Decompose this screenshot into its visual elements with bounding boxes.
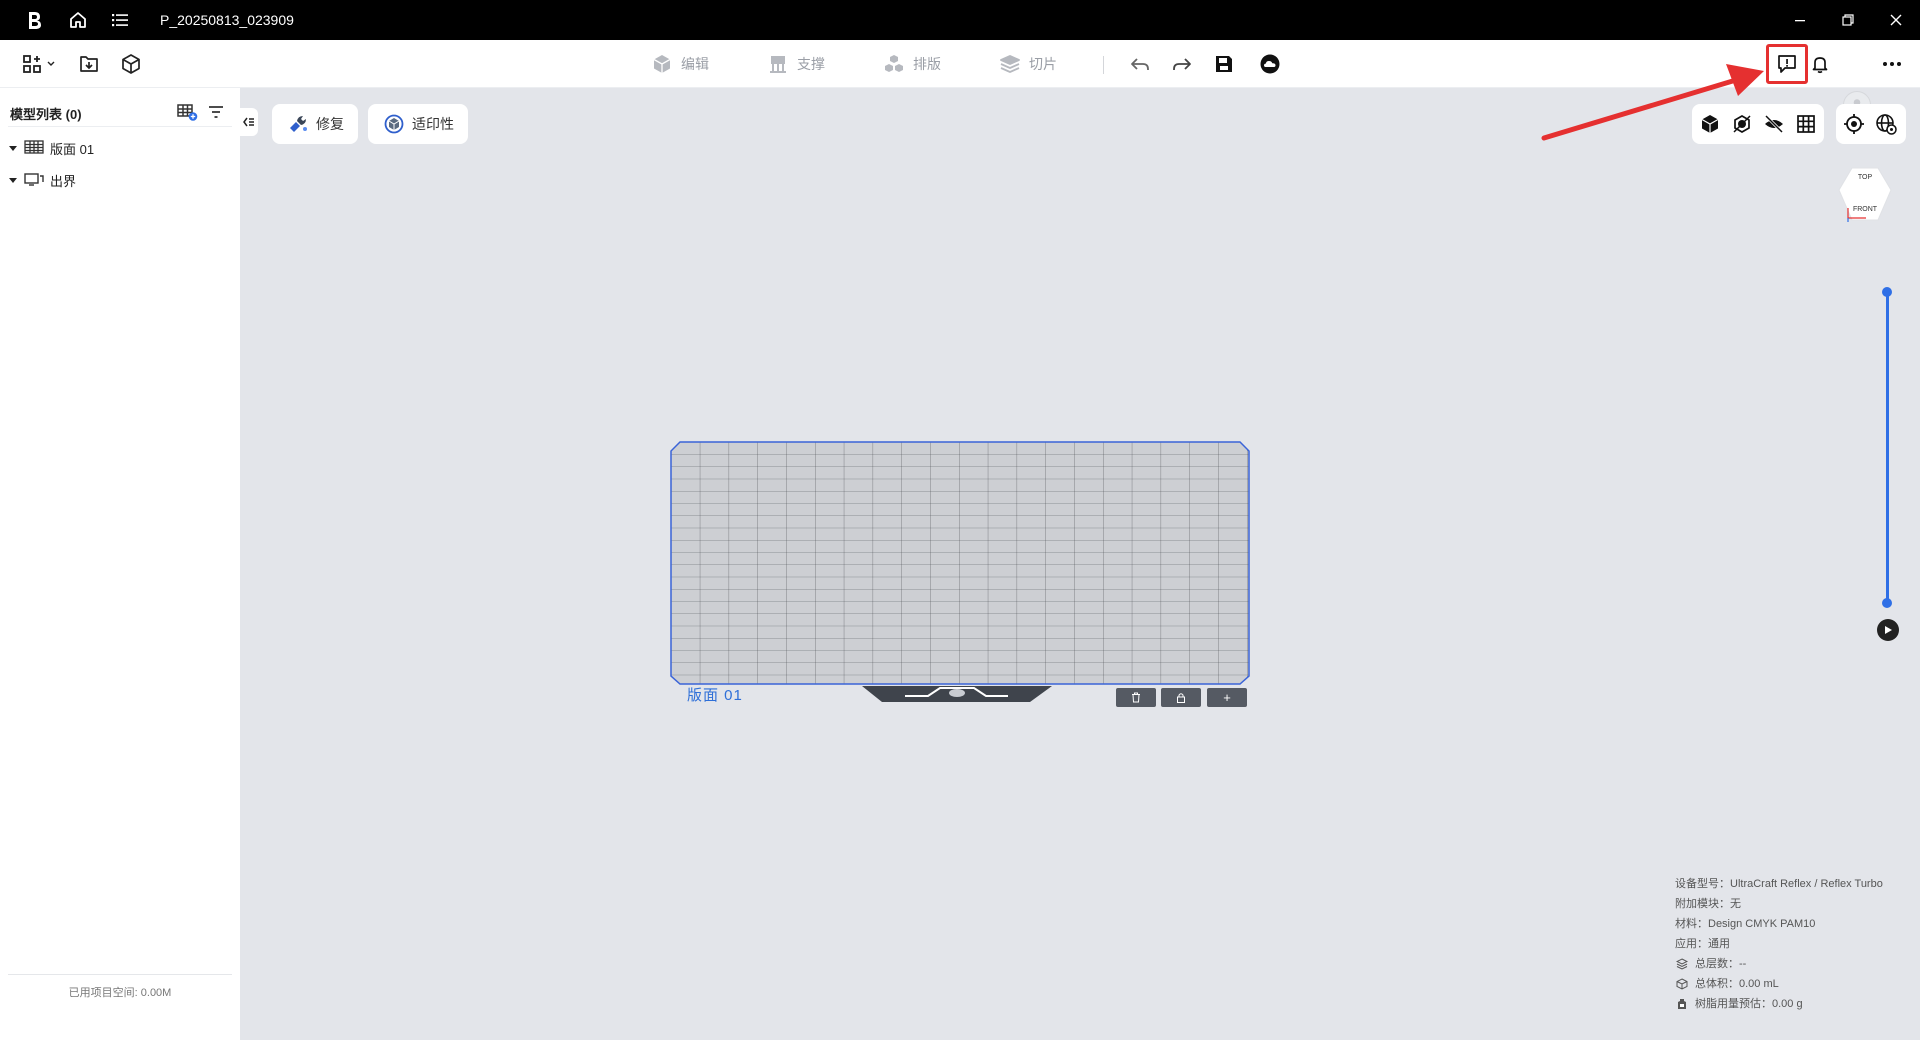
undo-icon[interactable] [1128, 52, 1152, 76]
support-icon [770, 56, 786, 73]
plate-lock-button[interactable] [1161, 688, 1201, 707]
plate-label: 版面 01 [687, 687, 743, 704]
cloud-icon[interactable] [1258, 52, 1282, 76]
restore-icon[interactable] [1836, 8, 1860, 32]
save-icon[interactable] [1212, 52, 1236, 76]
collapse-icon [243, 117, 254, 127]
mode-support-button[interactable]: 支撑 [767, 52, 825, 76]
material: 材料：Design CMYK PAM10 [1675, 918, 1816, 930]
viewcube-front-label: FRONT [1853, 206, 1878, 213]
edit-cube-icon [653, 55, 671, 73]
repair-button[interactable]: 修复 [272, 104, 358, 144]
model-list-title: 模型列表 (0) [10, 104, 82, 123]
trash-icon [1132, 692, 1140, 703]
caret-down-icon[interactable] [8, 143, 18, 153]
volume-icon [1675, 977, 1689, 991]
resin-estimate-row: 树脂用量预估：0.00 g [1675, 994, 1883, 1014]
printability-label: 适印性 [412, 116, 454, 132]
layer-slider-bottom-handle[interactable] [1882, 598, 1892, 608]
plate-grid-icon [24, 139, 44, 158]
tree-item-plate-01[interactable]: 版面 01 [8, 137, 94, 159]
application: 应用：通用 [1675, 938, 1730, 950]
slice-icon [1000, 55, 1020, 73]
repair-label: 修复 [316, 116, 344, 132]
caret-down-icon[interactable] [8, 175, 18, 185]
minimize-icon[interactable] [1788, 8, 1812, 32]
tree-item-label: 出界 [50, 173, 77, 189]
target-icon[interactable] [1842, 112, 1866, 136]
total-volume-row: 总体积：0.00 mL [1675, 974, 1883, 994]
device-model: 设备型号：UltraCraft Reflex / Reflex Turbo [1675, 878, 1883, 890]
toolbar-divider [1103, 56, 1104, 74]
plate-add-button[interactable]: + [1207, 688, 1247, 707]
import-icon[interactable] [77, 52, 101, 76]
model-list-header: 模型列表 (0) [10, 98, 230, 126]
window-title: P_20250813_023909 [160, 12, 294, 28]
mode-layout-button[interactable]: 排版 [883, 52, 941, 76]
tree-item-label: 版面 01 [50, 141, 95, 157]
mode-edit-button[interactable]: 编辑 [651, 52, 709, 76]
globe-settings-icon[interactable] [1874, 112, 1898, 136]
total-layers-row: 总层数：-- [1675, 954, 1883, 974]
mode-support-label: 支撑 [797, 56, 825, 72]
layers-icon [1675, 957, 1689, 971]
build-plate[interactable] [668, 439, 1252, 709]
box-model-icon[interactable] [119, 52, 143, 76]
resin-estimate: 树脂用量预估：0.00 g [1695, 998, 1803, 1010]
collapse-panel-button[interactable] [240, 108, 258, 136]
model-list-panel: 模型列表 (0) 版面 01 出界 已用项目空间: 0.00M [0, 88, 240, 1040]
model-list-title-text: 模型列表 [10, 107, 63, 122]
layer-slider-top-handle[interactable] [1882, 287, 1892, 297]
play-icon [1885, 626, 1892, 634]
filter-icon[interactable] [205, 102, 227, 122]
add-plate-icon[interactable] [176, 102, 198, 122]
view-cube[interactable]: TOP FRONT [1838, 166, 1892, 222]
plate-delete-button[interactable] [1116, 688, 1156, 707]
layout-icon [885, 55, 903, 72]
grid-view-icon[interactable] [1794, 112, 1818, 136]
play-button[interactable] [1877, 619, 1899, 641]
viewcube-top-label: TOP [1858, 174, 1873, 181]
close-icon[interactable] [1884, 8, 1908, 32]
grid-apps-icon[interactable] [20, 52, 60, 76]
printability-icon [382, 112, 406, 136]
total-volume: 总体积：0.00 mL [1695, 978, 1779, 990]
resin-bottle-icon [1675, 997, 1689, 1011]
bell-icon[interactable] [1808, 52, 1832, 76]
feedback-icon [1778, 55, 1796, 73]
layer-slider-track[interactable] [1886, 292, 1889, 604]
mode-slice-label: 切片 [1029, 56, 1057, 72]
footer-divider [8, 974, 232, 975]
title-bar: P_20250813_023909 [0, 0, 1920, 40]
model-count: (0) [65, 107, 82, 122]
tree-item-out-of-bounds[interactable]: 出界 [8, 169, 76, 191]
add-on-module: 附加模块：无 [1675, 898, 1741, 910]
lock-icon [1177, 693, 1185, 703]
redo-icon[interactable] [1170, 52, 1194, 76]
mode-layout-label: 排版 [913, 56, 941, 72]
mode-slice-button[interactable]: 切片 [999, 52, 1057, 76]
repair-icon [286, 112, 310, 136]
home-icon[interactable] [66, 8, 90, 32]
annotation-arrow [1541, 64, 1764, 141]
print-info-panel: 设备型号：UltraCraft Reflex / Reflex Turbo 附加… [1675, 874, 1883, 1014]
menu-list-icon[interactable] [108, 8, 132, 32]
total-layers: 总层数：-- [1695, 958, 1747, 970]
panel-divider [8, 126, 232, 127]
out-of-bounds-icon [24, 171, 44, 190]
mode-edit-label: 编辑 [681, 56, 709, 72]
app-logo-icon[interactable] [22, 8, 46, 32]
project-space-usage: 已用项目空间: 0.00M [68, 987, 172, 999]
more-icon[interactable] [1880, 52, 1904, 76]
feedback-button[interactable] [1766, 44, 1808, 84]
printability-button[interactable]: 适印性 [368, 104, 468, 144]
camera-group [1836, 104, 1906, 144]
